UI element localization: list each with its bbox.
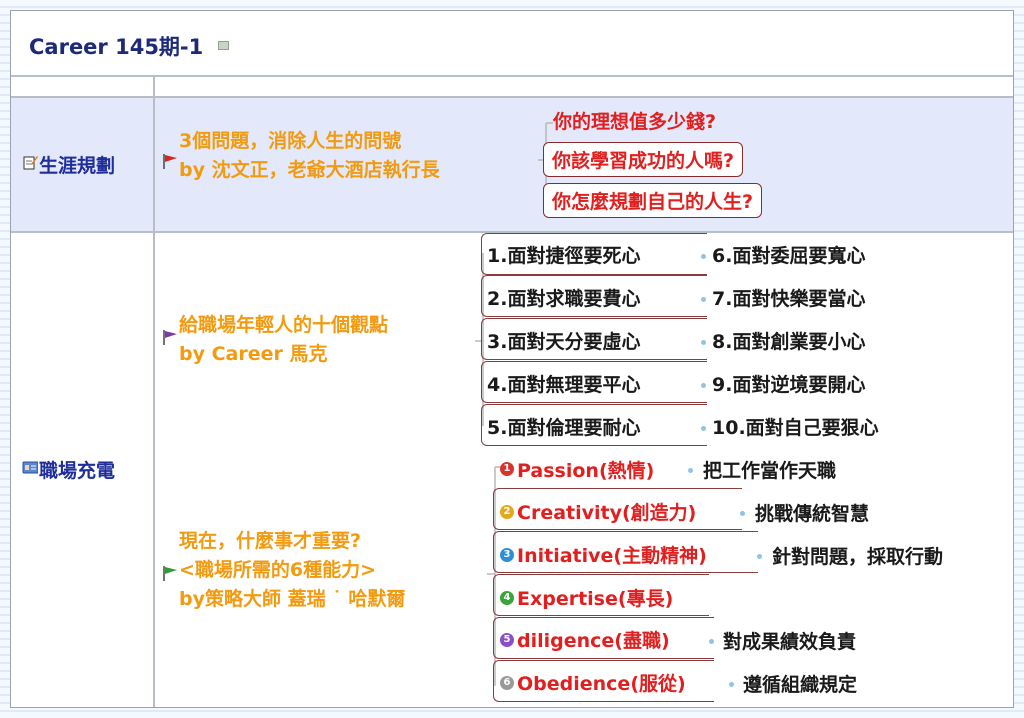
view-item-2[interactable]: 2.面對求職要費心	[487, 284, 640, 311]
connector-dot	[709, 639, 714, 644]
view-item-3[interactable]: 3.面對天分要虛心	[487, 327, 640, 354]
view-item-4[interactable]: 4.面對無理要平心	[487, 370, 640, 397]
red-flag-icon	[162, 153, 178, 169]
number-1-icon: 1	[500, 462, 514, 476]
view-item-10[interactable]: 10.面對自己要狠心	[712, 413, 879, 440]
ability-creativity[interactable]: Creativity(創造力)	[517, 498, 696, 525]
branch-three-questions[interactable]: 3個問題，消除人生的問號 by 沈文正，老爺大酒店執行長	[179, 127, 440, 185]
connector-dot	[740, 511, 745, 516]
view-item-1[interactable]: 1.面對捷徑要死心	[487, 241, 640, 268]
ability-initiative-desc[interactable]: 針對問題，採取行動	[772, 542, 943, 569]
question-item-1[interactable]: 你的理想值多少錢?	[553, 107, 716, 134]
connector-dot	[701, 254, 706, 259]
ability-creativity-desc[interactable]: 挑戰傳統智慧	[755, 499, 869, 526]
connector-dot	[688, 468, 693, 473]
green-flag-icon	[162, 565, 178, 581]
branch-six-abilities-line2: <職場所需的6種能力>	[179, 559, 377, 581]
purple-flag-icon	[162, 329, 178, 345]
view-item-5[interactable]: 5.面對倫理要耐心	[487, 413, 640, 440]
ability-passion-desc[interactable]: 把工作當作天職	[703, 456, 836, 483]
question-item-3[interactable]: 你怎麼規劃自己的人生?	[543, 183, 763, 218]
ability-expertise[interactable]: Expertise(專長)	[517, 584, 673, 611]
number-5-icon: 5	[500, 633, 514, 647]
topic-workplace-recharge[interactable]: 職場充電	[39, 456, 115, 483]
view-item-8[interactable]: 8.面對創業要小心	[712, 327, 865, 354]
branch-six-abilities-line1: 現在，什麼事才重要?	[179, 530, 362, 552]
connector-dot	[701, 383, 706, 388]
number-6-icon: 6	[500, 676, 514, 690]
connector-dot	[701, 426, 706, 431]
ability-obedience[interactable]: Obedience(服從)	[517, 669, 686, 696]
ability-passion[interactable]: Passion(熱情)	[517, 456, 654, 483]
branch-six-abilities[interactable]: 現在，什麼事才重要? <職場所需的6種能力> by策略大師 蓋瑞 ˙ 哈默爾	[179, 527, 405, 614]
branch-ten-views[interactable]: 給職場年輕人的十個觀點 by Career 馬克	[179, 311, 388, 369]
number-2-icon: 2	[500, 505, 514, 519]
connector-dot	[729, 682, 734, 687]
ability-diligence-desc[interactable]: 對成果績效負責	[723, 627, 856, 654]
number-3-icon: 3	[500, 548, 514, 562]
connector-dot	[757, 554, 762, 559]
branch-ten-views-line1: 給職場年輕人的十個觀點	[179, 314, 389, 336]
ability-diligence[interactable]: diligence(盡職)	[517, 626, 670, 653]
notepad-edit-icon	[22, 154, 38, 170]
number-4-icon: 4	[500, 591, 514, 605]
branch-ten-views-line2: by Career 馬克	[179, 343, 328, 365]
ability-initiative[interactable]: Initiative(主動精神)	[517, 541, 707, 568]
question-item-2[interactable]: 你該學習成功的人嗎?	[543, 142, 744, 177]
connector-dot	[701, 297, 706, 302]
view-item-7[interactable]: 7.面對快樂要當心	[712, 284, 865, 311]
mindmap-frame: Career 145期-1 生涯規劃 職場充電 3個問題，消除人生的問號 by …	[10, 10, 1014, 708]
view-item-9[interactable]: 9.面對逆境要開心	[712, 370, 865, 397]
ability-obedience-desc[interactable]: 遵循組織規定	[743, 670, 857, 697]
connector-dot	[701, 340, 706, 345]
topic-career-planning[interactable]: 生涯規劃	[39, 151, 115, 178]
branch-three-questions-line2: by 沈文正，老爺大酒店執行長	[179, 159, 440, 181]
id-card-icon	[22, 459, 39, 475]
branch-three-questions-line1: 3個問題，消除人生的問號	[179, 130, 402, 152]
view-item-6[interactable]: 6.面對委屈要寬心	[712, 241, 865, 268]
branch-six-abilities-line3: by策略大師 蓋瑞 ˙ 哈默爾	[179, 588, 406, 610]
